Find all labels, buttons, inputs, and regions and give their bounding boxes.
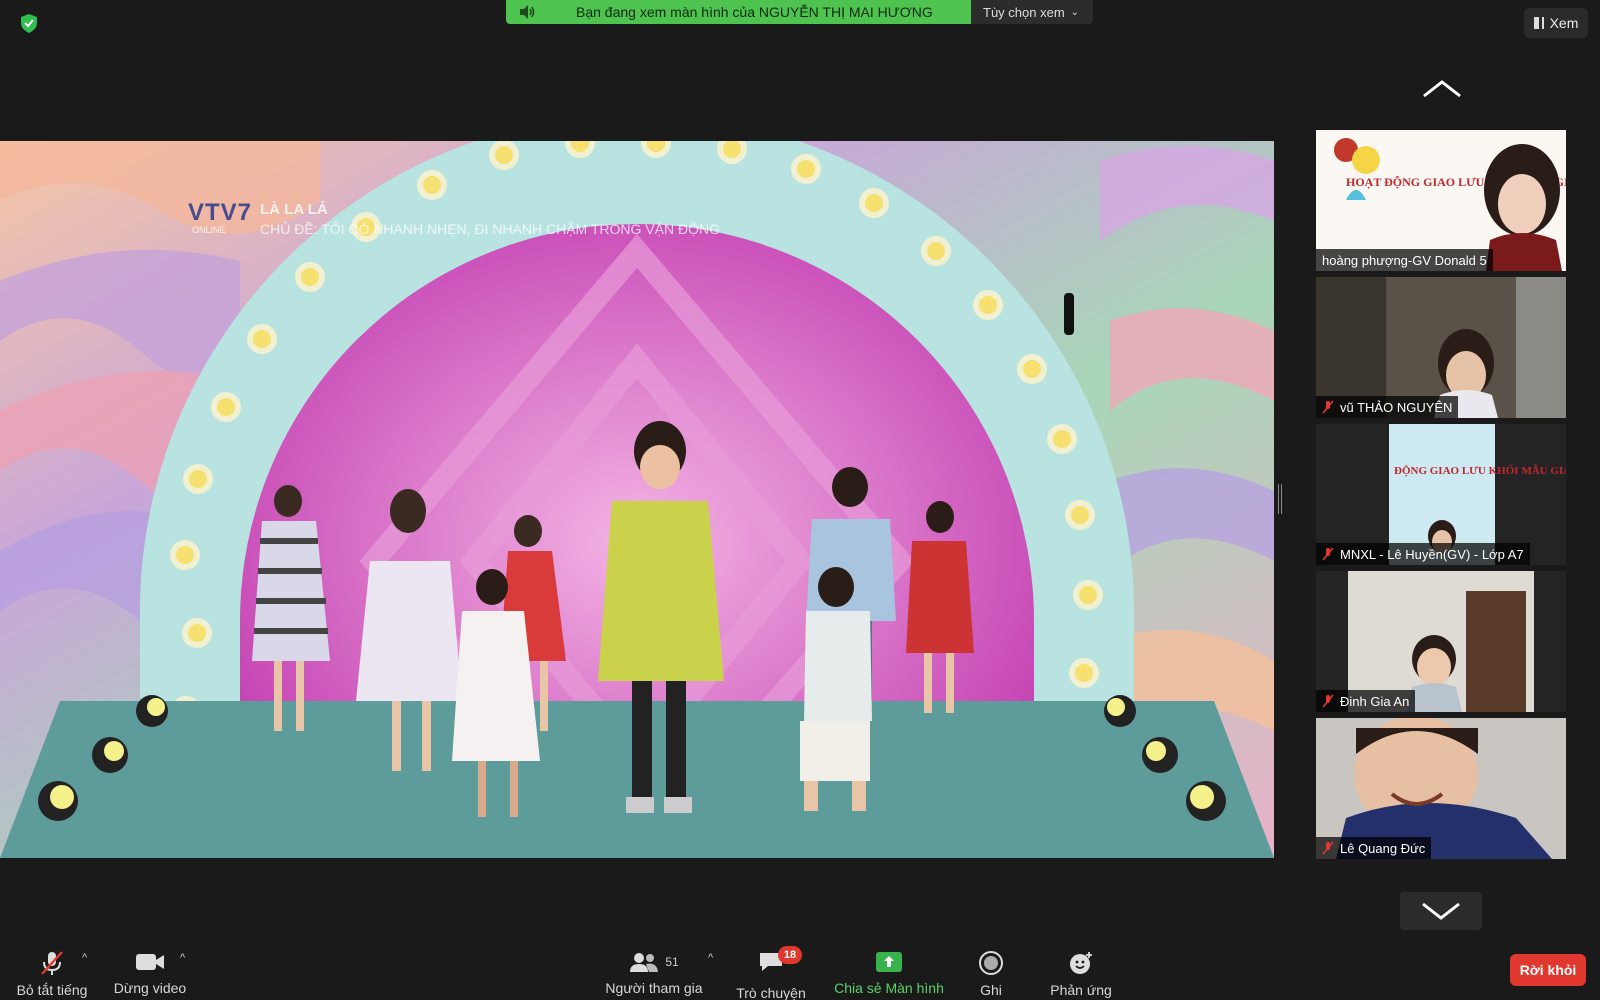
participant-name-tag: vũ THẢO NGUYÊN <box>1316 396 1459 418</box>
participant-tile[interactable]: Đinh Gia An <box>1316 571 1566 712</box>
muted-mic-icon <box>1322 400 1334 414</box>
chat-button[interactable]: 18 Trò chuyện <box>726 940 816 1000</box>
record-button[interactable]: Ghi <box>966 940 1016 1000</box>
share-screen-button[interactable]: Chia sẻ Màn hình <box>822 940 956 1000</box>
panel-resize-handle[interactable] <box>1278 484 1282 514</box>
participant-name: hoàng phượng-GV Donald 5 <box>1322 252 1487 268</box>
audio-options-caret-icon[interactable]: ^ <box>82 952 87 964</box>
participant-name-tag: hoàng phượng-GV Donald 5 <box>1316 249 1493 271</box>
security-shield-icon[interactable] <box>18 12 40 34</box>
shared-screen-content: VTV7 ONLINE LÀ LA LÁ CHỦ ĐỀ: TÔI CÓ NHAN… <box>0 141 1274 858</box>
meeting-toolbar: Bỏ tắt tiếng ^ Dừng video ^ 51 Người tha… <box>0 940 1600 1000</box>
view-button-label: Xem <box>1549 15 1579 31</box>
participants-options-caret-icon[interactable]: ^ <box>708 952 713 964</box>
record-label: Ghi <box>980 982 1002 998</box>
slide-text: ĐỘNG GIAO LƯU KHỐI MẪU GIÁO L <box>1394 464 1566 477</box>
participant-name: vũ THẢO NGUYÊN <box>1340 399 1453 415</box>
video-options-caret-icon[interactable]: ^ <box>180 952 185 964</box>
participants-label: Người tham gia <box>605 980 703 996</box>
speaker-view-icon <box>1533 17 1544 29</box>
zoom-window: Bạn đang xem màn hình của NGUYỄN THỊ MAI… <box>0 0 1600 1000</box>
participants-icon <box>630 953 659 972</box>
view-options-label: Tùy chọn xem <box>983 4 1065 20</box>
muted-mic-icon <box>41 951 63 975</box>
share-screen-label: Chia sẻ Màn hình <box>834 980 944 996</box>
viewing-screen-text: Bạn đang xem màn hình của NGUYỄN THỊ MAI… <box>576 4 933 20</box>
muted-mic-icon <box>1322 547 1334 561</box>
chat-unread-badge: 18 <box>778 946 802 964</box>
viewing-screen-notice: Bạn đang xem màn hình của NGUYỄN THỊ MAI… <box>506 0 971 24</box>
show-title: LÀ LA LÁ <box>260 201 328 218</box>
vtv7-logo-subtitle: ONLINE <box>192 225 226 235</box>
chat-label: Trò chuyện <box>736 985 806 1000</box>
participant-name: MNXL - Lê Huyền(GV) - Lớp A7 <box>1340 546 1524 562</box>
shared-video-frame <box>0 141 1274 858</box>
muted-mic-icon <box>1322 694 1334 708</box>
participant-name: Lê Quang Đức <box>1340 840 1426 856</box>
share-screen-icon <box>876 952 902 972</box>
vtv7-logo: VTV7 <box>188 199 253 226</box>
leave-meeting-button[interactable]: Rời khỏi <box>1510 954 1586 986</box>
show-theme: CHỦ ĐỀ: TÔI CÓ NHANH NHẸN, ĐI NHANH CHẬM… <box>260 221 720 237</box>
unmute-button[interactable]: Bỏ tắt tiếng <box>12 940 92 1000</box>
participants-button[interactable]: 51 Người tham gia <box>596 940 712 1000</box>
view-button[interactable]: Xem <box>1524 8 1588 38</box>
participants-count: 51 <box>665 955 679 969</box>
stop-video-button[interactable]: Dừng video <box>110 940 190 1000</box>
chevron-down-icon <box>1422 902 1460 920</box>
speaker-icon <box>520 5 535 19</box>
reactions-button[interactable]: Phản ứng <box>1046 940 1116 1000</box>
participant-name-tag: Lê Quang Đức <box>1316 837 1432 859</box>
participant-tile[interactable]: Lê Quang Đức <box>1316 718 1566 859</box>
view-options-dropdown[interactable]: Tùy chọn xem ⌄ <box>971 0 1093 24</box>
participant-name-tag: Đinh Gia An <box>1316 690 1416 712</box>
participant-tile[interactable]: ĐỘNG GIAO LƯU KHỐI MẪU GIÁO L MNXL - Lê … <box>1316 424 1566 565</box>
stop-video-label: Dừng video <box>113 980 187 996</box>
muted-mic-icon <box>1322 841 1334 855</box>
screen-share-banner: Bạn đang xem màn hình của NGUYỄN THỊ MAI… <box>506 0 1093 24</box>
record-icon <box>979 951 1003 975</box>
reaction-emoji-icon <box>1070 952 1092 974</box>
participant-tile[interactable]: vũ THẢO NGUYÊN <box>1316 277 1566 418</box>
gallery-scroll-up-icon[interactable] <box>1420 78 1464 100</box>
video-camera-icon <box>136 954 164 970</box>
reactions-label: Phản ứng <box>1050 982 1112 998</box>
participant-tile[interactable]: HOẠT ĐỘNG GIAO LƯU KHỐI MẪU GIÁO hoàng p… <box>1316 130 1566 271</box>
gallery-scroll-down-button[interactable] <box>1400 892 1482 930</box>
participant-name-tag: MNXL - Lê Huyền(GV) - Lớp A7 <box>1316 543 1530 565</box>
chevron-down-icon: ⌄ <box>1070 6 1080 18</box>
unmute-label: Bỏ tắt tiếng <box>16 982 88 998</box>
participant-name: Đinh Gia An <box>1340 693 1410 709</box>
